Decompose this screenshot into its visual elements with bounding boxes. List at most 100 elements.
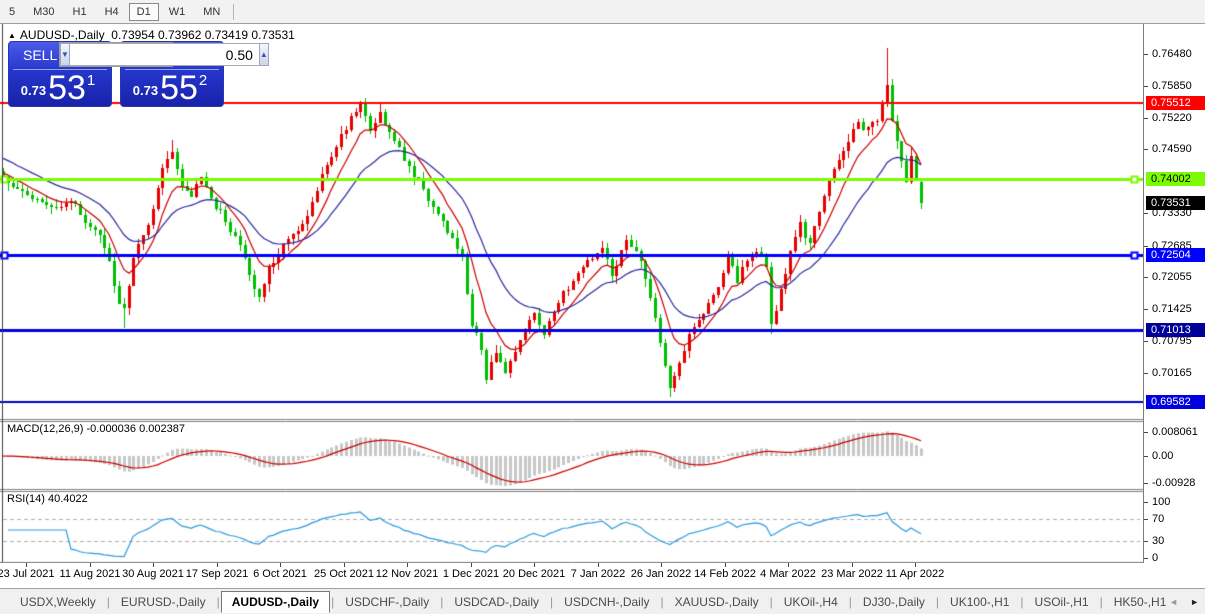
volume-decrease-button[interactable]: ▼: [60, 43, 70, 66]
price-tick-mark: [1144, 309, 1148, 310]
price-tick-label: 0.75850: [1152, 80, 1192, 92]
price-badge-0.71013: 0.71013: [1146, 323, 1205, 337]
buy-price-big: 55: [160, 69, 198, 107]
volume-increase-button[interactable]: ▲: [258, 43, 269, 66]
date-tick-mark: [661, 563, 662, 567]
price-tick-mark: [1144, 341, 1148, 342]
date-tick-mark: [471, 563, 472, 567]
timeframe-button-h1[interactable]: H1: [65, 3, 95, 21]
sell-label: SELL: [23, 47, 58, 63]
tab-separator: |: [216, 594, 220, 609]
chart-ohlc-values: 0.73954 0.73962 0.73419 0.73531: [111, 28, 295, 42]
tab-separator: |: [1099, 594, 1103, 609]
scroll-right-icon[interactable]: ►: [1190, 597, 1199, 607]
rsi-tick-label: 100: [1152, 496, 1171, 508]
chevron-up-icon: ▲: [259, 50, 268, 59]
timeframe-button-5[interactable]: 5: [1, 3, 23, 21]
symbol-tab-usdcnh-daily[interactable]: USDCNH-,Daily: [554, 592, 659, 612]
price-badge-0.69582: 0.69582: [1146, 395, 1205, 409]
timeframe-button-d1[interactable]: D1: [128, 2, 159, 21]
tab-separator: |: [550, 594, 554, 609]
price-tick-label: 0.71425: [1152, 303, 1192, 315]
macd-tick-label: 0.008061: [1152, 426, 1198, 438]
date-tick-label: 11 Aug 2021: [59, 568, 121, 580]
one-click-trade-panel: SELL 0.73 53 1 BUY 0.73 55 2 ▼: [8, 41, 269, 107]
macd-tick-mark: [1144, 432, 1148, 433]
price-tick-mark: [1144, 373, 1148, 374]
rsi-tick-label: 70: [1152, 513, 1165, 525]
tab-separator: |: [769, 594, 773, 609]
date-tick-mark: [26, 563, 27, 567]
volume-stepper: ▼ ▲: [59, 42, 269, 67]
price-badge-0.73531: 0.73531: [1146, 196, 1205, 210]
symbol-tab-eurusd-daily[interactable]: EURUSD-,Daily: [111, 592, 216, 612]
date-tick-label: 6 Oct 2021: [253, 568, 307, 580]
date-tick-label: 7 Jan 2022: [570, 568, 626, 580]
timeframe-button-m30[interactable]: M30: [25, 3, 62, 21]
date-tick-mark: [598, 563, 599, 567]
rsi-tick-mark: [1144, 558, 1148, 559]
price-tick-label: 0.72055: [1152, 271, 1192, 283]
rsi-tick-mark: [1144, 502, 1148, 503]
price-tick-mark: [1144, 54, 1148, 55]
date-tick-label: 1 Dec 2021: [442, 568, 500, 580]
symbol-tab-usdx-weekly[interactable]: USDX,Weekly: [10, 592, 106, 612]
symbol-tab-uk100-h1[interactable]: UK100-,H1: [940, 592, 1019, 612]
price-tick-mark: [1144, 277, 1148, 278]
timeframe-button-w1[interactable]: W1: [161, 3, 194, 21]
symbol-tab-audusd-daily[interactable]: AUDUSD-,Daily: [220, 590, 331, 613]
collapse-triangle-icon[interactable]: ▲: [8, 31, 16, 40]
sell-price: 0.73 53 1: [9, 70, 107, 106]
tab-separator: |: [848, 594, 852, 609]
price-tick-mark: [1144, 118, 1148, 119]
price-tick-label: 0.70165: [1152, 367, 1192, 379]
price-badge-0.72504: 0.72504: [1146, 248, 1205, 262]
date-tick-label: 4 Mar 2022: [760, 568, 816, 580]
symbol-tab-usdchf-daily[interactable]: USDCHF-,Daily: [335, 592, 439, 612]
symbol-tabbar: USDX,Weekly | EURUSD-,Daily | AUDUSD-,Daily |…: [0, 588, 1205, 614]
symbol-tab-hk50-h1[interactable]: HK50-,H1: [1104, 592, 1177, 612]
buy-price: 0.73 55 2: [121, 70, 219, 106]
volume-input[interactable]: [69, 43, 259, 66]
date-tick-label: 11 Apr 2022: [885, 568, 945, 580]
timeframe-button-h4[interactable]: H4: [97, 3, 127, 21]
symbol-tab-usoil-h1[interactable]: USOil-,H1: [1025, 592, 1099, 612]
chart-symbol-label: AUDUSD-,Daily: [19, 28, 105, 42]
date-tick-label: 26 Jan 2022: [630, 568, 692, 580]
macd-tick-label: -0.00928: [1152, 477, 1196, 489]
price-tick-mark: [1144, 213, 1148, 214]
price-axis: 0.76480 0.75850 0.75220 0.74590 0.73330 0.726…: [1143, 24, 1205, 564]
toolbar-separator: [233, 3, 235, 20]
date-tick-label: 12 Nov 2021: [375, 568, 439, 580]
date-tick-mark: [90, 563, 91, 567]
tab-separator: |: [1020, 594, 1024, 609]
scroll-left-icon[interactable]: ◄: [1169, 597, 1178, 607]
rsi-indicator-label: RSI(14) 40.4022: [7, 493, 88, 505]
tab-scroll-controls: ◄ ►: [1169, 589, 1199, 614]
price-badge-0.75512: 0.75512: [1146, 96, 1205, 110]
date-tick-mark: [788, 563, 789, 567]
rsi-tick-label: 30: [1152, 535, 1165, 547]
price-badge-0.74002: 0.74002: [1146, 172, 1205, 186]
date-tick-label: 23 Jul 2021: [0, 568, 55, 580]
date-tick-label: 14 Feb 2022: [694, 568, 756, 580]
date-tick-label: 25 Oct 2021: [314, 568, 374, 580]
symbol-tab-dj30-daily[interactable]: DJ30-,Daily: [853, 592, 935, 612]
symbol-tab-ukoil-h4[interactable]: UKOil-,H4: [774, 592, 848, 612]
tab-separator: |: [106, 594, 110, 609]
date-tick-mark: [407, 563, 408, 567]
symbol-tab-usdcad-daily[interactable]: USDCAD-,Daily: [444, 592, 549, 612]
rsi-tick-mark: [1144, 519, 1148, 520]
date-tick-label: 23 Mar 2022: [821, 568, 883, 580]
price-tick-mark: [1144, 149, 1148, 150]
rsi-name: RSI(14): [7, 493, 45, 505]
chevron-down-icon: ▼: [61, 50, 69, 59]
buy-price-sup: 2: [198, 72, 208, 89]
symbol-tab-xauusd-daily[interactable]: XAUUSD-,Daily: [665, 592, 769, 612]
rsi-value: 40.4022: [47, 493, 88, 505]
date-tick-mark: [725, 563, 726, 567]
rsi-tick-mark: [1144, 541, 1148, 542]
price-tick-label: 0.75220: [1152, 112, 1192, 124]
timeframe-button-mn[interactable]: MN: [195, 3, 228, 21]
date-tick-mark: [217, 563, 218, 567]
